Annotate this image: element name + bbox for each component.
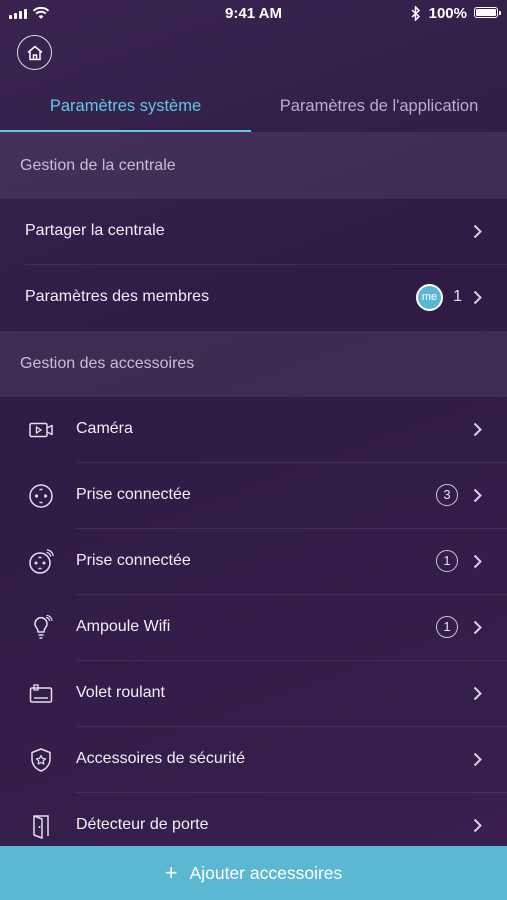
chevron-right-icon xyxy=(473,752,482,767)
battery-percent: 100% xyxy=(428,5,467,22)
chevron-right-icon xyxy=(473,488,482,503)
row-member-settings[interactable]: Paramètres des membres me 1 xyxy=(0,265,507,331)
count-badge: 1 xyxy=(436,616,458,638)
row-label: Prise connectée xyxy=(76,486,191,503)
chevron-right-icon xyxy=(473,554,482,569)
row-label: Détecteur de porte xyxy=(76,816,209,833)
chevron-right-icon xyxy=(473,422,482,437)
add-accessories-label: Ajouter accessoires xyxy=(189,862,343,883)
count-badge: 3 xyxy=(436,484,458,506)
row-label: Paramètres des membres xyxy=(25,288,210,305)
tab-system-settings[interactable]: Paramètres système xyxy=(0,84,251,134)
row-label: Prise connectée xyxy=(76,552,191,569)
camera-icon xyxy=(29,422,53,438)
wifi-plug-icon xyxy=(29,549,54,574)
tab-bar: Paramètres système Paramètres de l'appli… xyxy=(0,84,507,134)
row-wifi-bulb[interactable]: Ampoule Wifi 1 xyxy=(0,595,507,661)
chevron-right-icon xyxy=(473,818,482,833)
row-camera[interactable]: Caméra xyxy=(0,397,507,463)
row-label: Partager la centrale xyxy=(25,222,165,239)
battery-icon xyxy=(474,7,501,18)
row-label: Accessoires de sécurité xyxy=(76,750,245,767)
chevron-right-icon xyxy=(473,224,482,239)
member-count: 1 xyxy=(453,288,462,305)
avatar: me xyxy=(416,284,443,311)
section-title-hub: Gestion de la centrale xyxy=(20,157,176,174)
row-share-hub[interactable]: Partager la centrale xyxy=(0,199,507,265)
bluetooth-icon xyxy=(411,6,421,21)
shield-star-icon xyxy=(31,748,51,772)
section-header-accessories: Gestion des accessoires xyxy=(0,331,507,397)
home-icon xyxy=(27,45,42,60)
plus-icon: + xyxy=(164,860,178,885)
count-badge: 1 xyxy=(436,550,458,572)
tab-app-settings[interactable]: Paramètres de l'application xyxy=(251,84,507,134)
row-label: Volet roulant xyxy=(76,684,165,701)
chevron-right-icon xyxy=(473,290,482,305)
status-bar: 9:41 AM 100% xyxy=(0,0,507,28)
row-roller-shutter[interactable]: Volet roulant xyxy=(0,661,507,727)
door-icon xyxy=(33,815,49,839)
row-wifi-plug[interactable]: Prise connectée 1 xyxy=(0,529,507,595)
chevron-right-icon xyxy=(473,686,482,701)
row-label: Ampoule Wifi xyxy=(76,618,171,635)
chevron-right-icon xyxy=(473,620,482,635)
section-title-accessories: Gestion des accessoires xyxy=(20,355,195,372)
plug-icon xyxy=(29,484,53,508)
section-header-hub: Gestion de la centrale xyxy=(0,133,507,199)
shutter-icon xyxy=(29,684,53,703)
add-accessories-button[interactable]: + Ajouter accessoires xyxy=(0,846,507,900)
row-security-accessories[interactable]: Accessoires de sécurité xyxy=(0,727,507,793)
row-label: Caméra xyxy=(76,420,133,437)
row-smart-plug[interactable]: Prise connectée 3 xyxy=(0,463,507,529)
home-button[interactable] xyxy=(17,35,52,70)
bulb-icon xyxy=(34,615,53,639)
